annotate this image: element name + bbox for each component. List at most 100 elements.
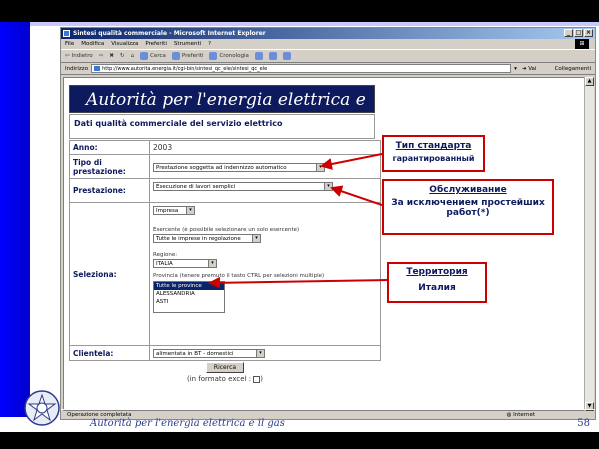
annotation-desc: Италия [418,283,456,293]
provincia-note: (tenere premuto il tasto CTRL per selezi… [179,273,325,279]
page-number: 58 [577,418,590,429]
annotation-title: Обслуживание [429,185,507,195]
refresh-button[interactable]: ↻ [120,50,125,63]
edit-button[interactable] [282,52,291,60]
clientela-cell: alimentata in BT - domestici [149,345,381,361]
stop-button[interactable]: ✖ [109,50,114,63]
menu-file[interactable]: File [65,39,74,49]
forward-button[interactable]: ⇨ [99,50,104,63]
refresh-icon: ↻ [120,52,125,59]
home-button[interactable]: ⌂ [131,50,135,63]
tipo-cell: Prestazione soggetta ad indennizzo autom… [149,154,381,179]
footer-text: Autorità per l'energia elettrica e il ga… [90,418,285,429]
address-dropdown-icon[interactable]: ▾ [514,63,517,75]
seleziona-cell: Impresa Esercente (è possibile seleziona… [149,202,381,346]
provincia-option[interactable]: Tutte le province [154,282,224,290]
tipo-select[interactable]: Prestazione soggetta ad indennizzo autom… [153,162,325,172]
go-arrow-icon: ➜ [521,65,527,72]
address-bar: Indirizzo http://www.autorita.energia.it… [61,63,595,75]
back-label: Indietro [71,52,93,59]
annotation-title: Тип стандарта [395,141,472,151]
print-button[interactable] [268,52,277,60]
provincia-option[interactable]: ALESSANDRIA [154,290,224,298]
favorites-icon [171,52,180,60]
scroll-up-icon[interactable]: ▲ [585,77,594,86]
go-label: Vai [528,65,537,72]
excel-label: (in formato excel : [186,375,252,383]
esercente-label: Esercente [153,227,181,233]
address-label: Indirizzo [65,65,89,72]
bottom-black-bar [0,432,599,449]
regione-select[interactable]: ITALIA [153,259,217,268]
clientela-label: Clientela: [69,345,150,361]
page-subtitle: Dati qualità commerciale del servizio el… [69,114,375,139]
impresa-select[interactable]: Impresa [153,206,195,215]
history-label: Cronologia [219,52,249,59]
menu-preferiti[interactable]: Preferiti [145,39,167,49]
row-prestazione: Prestazione: Esecuzione di lavori sempli… [69,178,381,203]
back-button[interactable]: ⇦ Indietro [65,50,93,63]
menu-help[interactable]: ? [208,39,211,49]
top-tint-band [30,22,599,26]
annotation-territory: Территория Италия [387,262,487,303]
links-button[interactable]: Collegamenti [555,63,591,75]
vertical-scrollbar[interactable]: ▲ ▼ [584,77,594,411]
regione-label: Regione: [153,252,178,258]
close-button[interactable]: × [584,29,593,37]
prestazione-select[interactable]: Esecuzione di lavori semplici [153,182,333,191]
tipo-label: Tipo di prestazione: [69,154,150,179]
mail-icon [254,52,263,60]
window-controls: _ □ × [564,29,593,37]
ie-icon [63,30,70,37]
esercente-note: (è possibile selezionare un solo esercen… [182,227,300,233]
annotation-desc: гарантированный [392,154,475,163]
go-button[interactable]: ➜ Vai [522,63,537,75]
provincia-listbox[interactable]: Tutte le province ALESSANDRIA ASTI [153,281,225,313]
query-form: Anno: 2003 Tipo di prestazione: Prestazi… [69,140,381,361]
provincia-option[interactable]: ASTI [154,298,224,306]
annotation-standard-type: Тип стандарта гарантированный [382,135,485,172]
annotation-title: Территория [406,267,468,277]
maximize-button[interactable]: □ [574,29,583,37]
seleziona-label: Seleziona: [69,202,150,346]
left-blue-band [0,22,30,417]
menu-bar: File Modifica Visualizza Preferiti Strum… [61,39,595,49]
window-title: Sintesi qualità commerciale - Microsoft … [73,30,266,37]
history-button[interactable]: Cronologia [209,50,249,63]
windows-logo-icon: ⊞ [575,39,589,49]
history-icon [209,52,218,60]
minimize-button[interactable]: _ [564,29,573,37]
mail-button[interactable] [254,52,263,60]
menu-strumenti[interactable]: Strumenti [174,39,201,49]
page-header: Autorità per l'energia elettrica e il ga… [69,85,375,138]
menu-visualizza[interactable]: Visualizza [111,39,138,49]
ricerca-button[interactable]: Ricerca [205,362,245,373]
prestazione-label: Prestazione: [69,178,150,203]
window-titlebar: Sintesi qualità commerciale - Microsoft … [61,28,595,39]
favorites-label: Preferiti [181,52,204,59]
footer: Autorità per l'energia elettrica e il ga… [90,418,590,432]
italian-republic-emblem [24,390,60,426]
annotation-service: Обслуживание За исключением простейших р… [382,179,554,235]
home-icon: ⌂ [130,52,135,59]
forward-arrow-icon: ⇨ [98,52,104,59]
print-icon [268,52,277,60]
top-black-bar [0,0,599,22]
search-label: Cerca [150,52,166,59]
menu-modifica[interactable]: Modifica [81,39,104,49]
excel-close-paren: ) [260,375,264,383]
row-anno: Anno: 2003 [69,140,381,155]
search-button[interactable]: Cerca [140,50,166,63]
page-viewport: Autorità per l'energia elettrica e il ga… [63,77,585,411]
prestazione-cell: Esecuzione di lavori semplici [149,178,381,203]
row-clientela: Clientela: alimentata in BT - domestici [69,345,381,361]
search-icon [140,52,149,60]
favorites-button[interactable]: Preferiti [171,50,204,63]
excel-line: (in formato excel : ) [69,375,381,383]
esercente-select[interactable]: Tutte le imprese in regolazione [153,234,261,243]
provincia-line: Provincia (tenere premuto il tasto CTRL … [153,273,377,279]
clientela-select[interactable]: alimentata in BT - domestici [153,349,265,358]
anno-label: Anno: [69,140,150,155]
address-input[interactable]: http://www.autorita.energia.it/cgi-bin/s… [91,64,512,73]
esercente-line: Esercente (è possibile selezionare un so… [153,227,377,233]
